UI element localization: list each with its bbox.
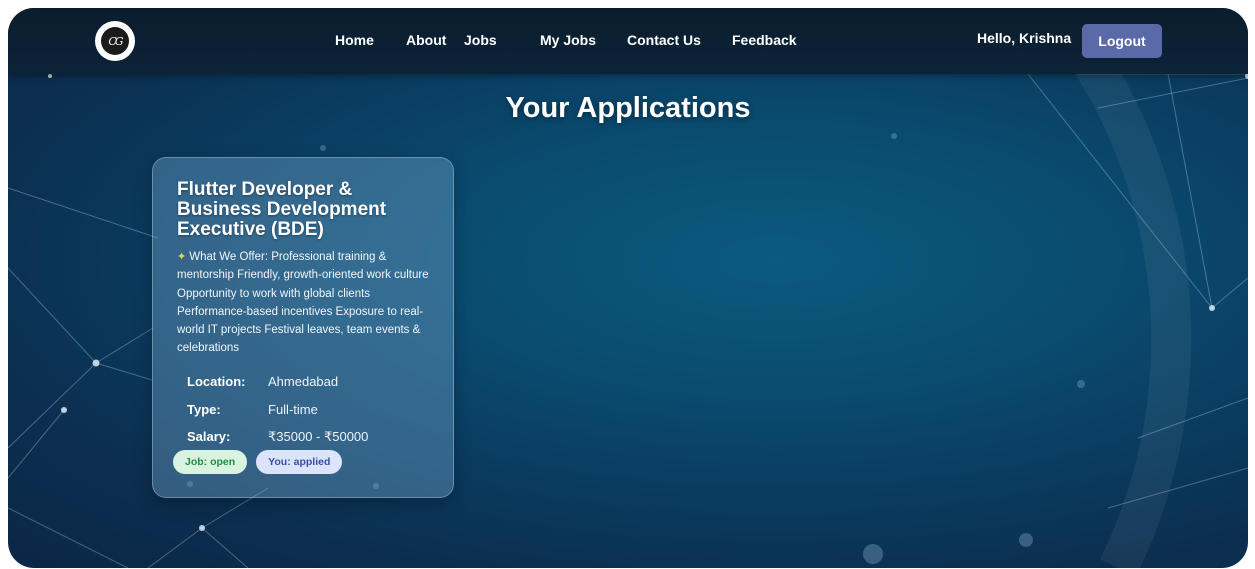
- nav-feedback[interactable]: Feedback: [732, 32, 797, 48]
- application-card[interactable]: Flutter Developer & Business Development…: [152, 157, 454, 498]
- nav-my-jobs[interactable]: My Jobs: [540, 32, 596, 48]
- nav-about[interactable]: About: [406, 32, 446, 48]
- logout-button[interactable]: Logout: [1082, 24, 1162, 58]
- detail-row-type: Type: Full-time: [187, 395, 431, 423]
- logo-mark-icon: CG: [101, 27, 129, 55]
- nav-contact-us[interactable]: Contact Us: [627, 32, 701, 48]
- status-badges: Job: open You: applied: [173, 450, 351, 474]
- detail-label: Type:: [187, 401, 221, 417]
- job-title: Flutter Developer & Business Development…: [177, 179, 387, 240]
- app-window: CG Home About Jobs My Jobs Contact Us Fe…: [8, 8, 1248, 568]
- job-description: ✦ What We Offer: Professional training & …: [177, 248, 431, 358]
- detail-value: Full-time: [268, 401, 318, 417]
- nav-jobs[interactable]: Jobs: [464, 32, 497, 48]
- job-description-text: What We Offer: Professional training & m…: [177, 251, 429, 355]
- nav-home[interactable]: Home: [335, 32, 374, 48]
- detail-row-location: Location: Ahmedabad: [187, 368, 431, 396]
- job-status-badge: Job: open: [173, 450, 248, 474]
- user-status-badge: You: applied: [256, 450, 343, 474]
- user-greeting: Hello, Krishna: [977, 30, 1072, 46]
- sparkle-icon: ✦: [177, 251, 187, 263]
- logo[interactable]: CG: [95, 21, 135, 61]
- detail-row-salary: Salary: ₹35000 - ₹50000: [187, 423, 431, 451]
- detail-label: Location:: [187, 374, 246, 390]
- detail-label: Salary:: [187, 429, 231, 445]
- job-details: Location: Ahmedabad Type: Full-time Sala…: [187, 368, 431, 451]
- page-title: Your Applications: [505, 92, 751, 124]
- top-navbar: CG Home About Jobs My Jobs Contact Us Fe…: [8, 8, 1248, 74]
- detail-value: ₹35000 - ₹50000: [268, 428, 369, 444]
- detail-value: Ahmedabad: [268, 374, 339, 390]
